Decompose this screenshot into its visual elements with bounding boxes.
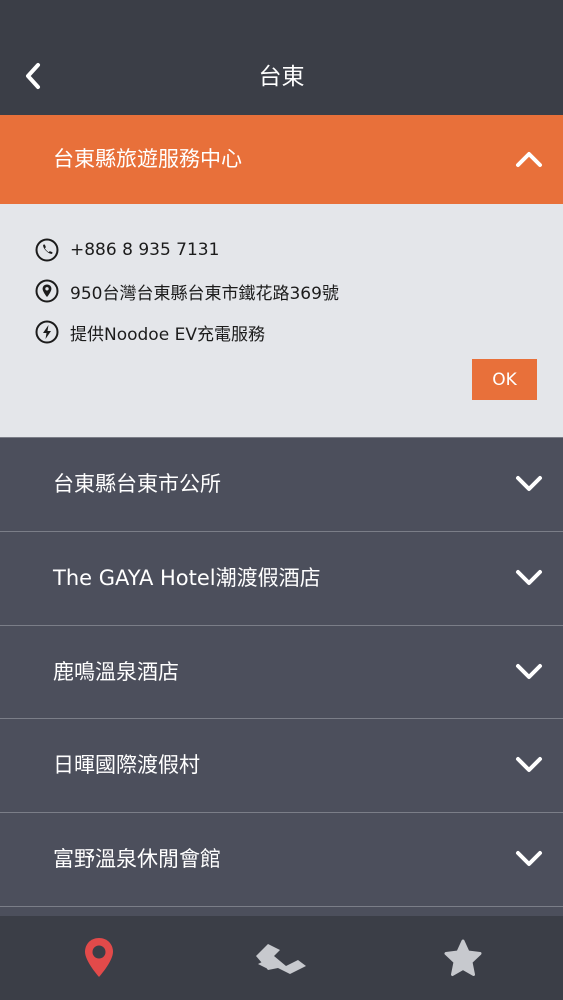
map-pin-icon	[85, 938, 113, 977]
lightning-icon	[34, 319, 60, 345]
location-details: +886 8 935 7131 950台灣台東縣台東市鐵花路369號 提供Noo…	[0, 204, 563, 437]
star-icon	[444, 939, 482, 976]
location-pin-icon	[34, 278, 60, 304]
location-item[interactable]: 鹿鳴溫泉酒店	[0, 625, 563, 719]
route-icon	[256, 944, 306, 974]
tab-map[interactable]	[39, 916, 159, 1000]
phone-number: +886 8 935 7131	[70, 240, 220, 260]
location-item[interactable]: 日暉國際渡假村	[0, 718, 563, 812]
location-item-expanded[interactable]: 台東縣旅遊服務中心	[0, 115, 563, 204]
location-label: The GAYA Hotel潮渡假酒店	[53, 566, 321, 590]
location-title: 台東縣旅遊服務中心	[53, 147, 242, 171]
service-row: 提供Noodoe EV充電服務	[34, 318, 265, 346]
location-item[interactable]: 富野溫泉休閒會館	[0, 812, 563, 906]
location-item[interactable]: The GAYA Hotel潮渡假酒店	[0, 531, 563, 625]
service-text: 提供Noodoe EV充電服務	[70, 324, 265, 345]
tab-favorites[interactable]	[403, 916, 523, 1000]
ok-button[interactable]: OK	[472, 359, 537, 400]
address-row[interactable]: 950台灣台東縣台東市鐵花路369號	[34, 277, 339, 305]
collapse-button[interactable]	[515, 145, 543, 173]
location-label: 鹿鳴溫泉酒店	[53, 660, 179, 684]
location-item[interactable]: 台東縣台東市公所	[0, 437, 563, 531]
chevron-down-icon[interactable]	[515, 658, 543, 686]
chevron-up-icon	[516, 152, 542, 167]
address-text: 950台灣台東縣台東市鐵花路369號	[70, 283, 339, 304]
location-label: 台東縣台東市公所	[53, 472, 221, 496]
location-label: 日暉國際渡假村	[53, 753, 200, 777]
top-bar: 台東	[0, 0, 563, 115]
phone-row[interactable]: +886 8 935 7131	[34, 236, 219, 264]
chevron-down-icon[interactable]	[515, 845, 543, 873]
bottom-tab-bar	[0, 916, 563, 1000]
phone-icon	[34, 237, 60, 263]
chevron-down-icon[interactable]	[515, 470, 543, 498]
chevron-down-icon[interactable]	[515, 751, 543, 779]
page-title: 台東	[258, 64, 305, 90]
chevron-down-icon[interactable]	[515, 564, 543, 592]
location-label: 富野溫泉休閒會館	[53, 847, 221, 871]
tab-route[interactable]	[221, 916, 341, 1000]
